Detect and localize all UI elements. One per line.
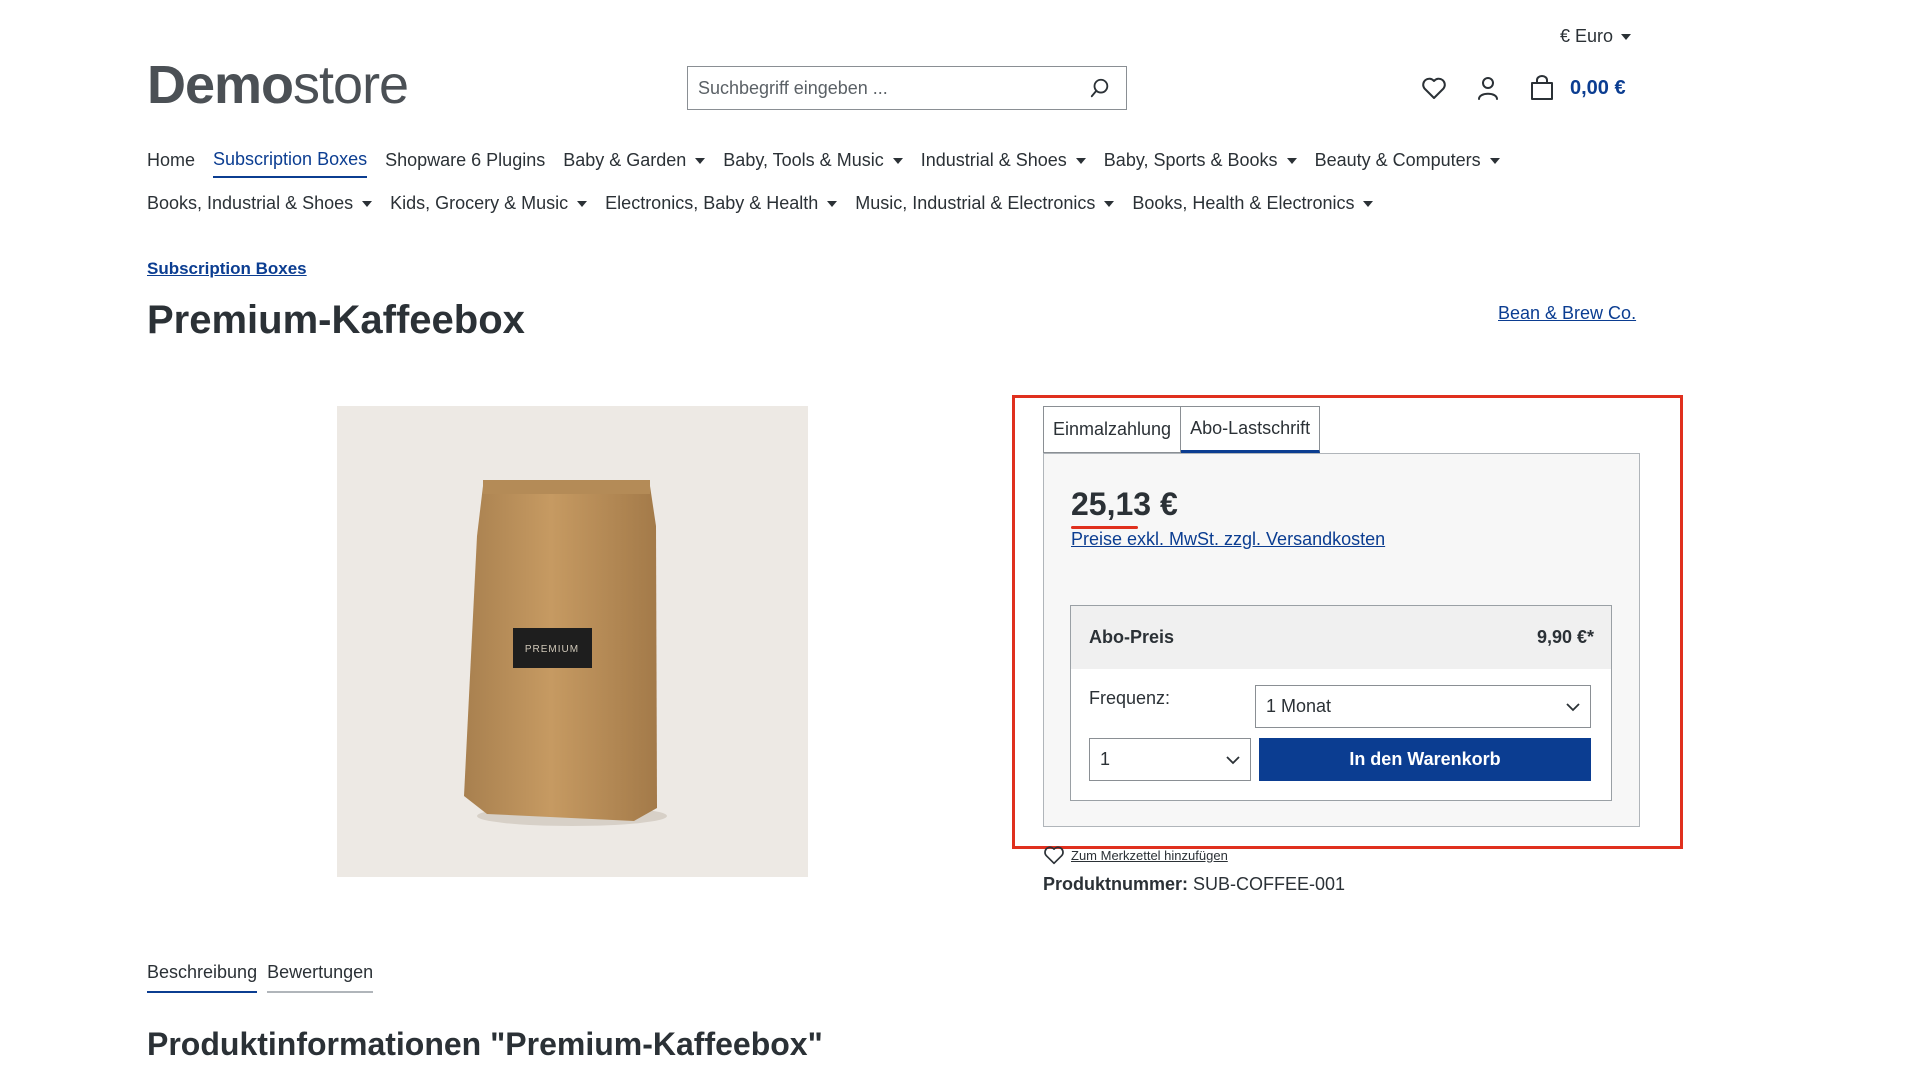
tab-subscription-debit[interactable]: Abo-Lastschrift (1181, 406, 1321, 453)
subscription-price-value: 9,90 €* (1536, 627, 1594, 647)
chevron-down-icon (827, 200, 838, 207)
frequency-label: Frequenz: (1089, 688, 1171, 708)
currency-label: € Euro (1560, 26, 1614, 46)
chevron-down-icon (1566, 702, 1580, 711)
chevron-down-icon (1286, 157, 1297, 164)
product-bag-label: PREMIUM (525, 644, 579, 655)
chevron-down-icon (577, 200, 588, 207)
nav-item-home[interactable]: Home (147, 149, 195, 178)
nav-item-label: Home (147, 150, 196, 170)
chevron-down-icon (892, 157, 903, 164)
nav-item-baby-sports-books[interactable]: Baby, Sports & Books (1104, 149, 1297, 178)
nav-item-label: Baby & Garden (563, 150, 687, 170)
nav-item-music-industrial-electronics[interactable]: Music, Industrial & Electronics (855, 193, 1115, 220)
manufacturer-link[interactable]: Bean & Brew Co. (1498, 303, 1636, 324)
tax-shipping-link[interactable]: Preise exkl. MwSt. zzgl. Versandkosten (1071, 529, 1385, 550)
add-to-cart-button[interactable]: In den Warenkorb (1259, 738, 1591, 781)
nav-item-books-industrial-shoes[interactable]: Books, Industrial & Shoes (147, 193, 373, 220)
breadcrumb[interactable]: Subscription Boxes (147, 259, 307, 279)
payment-tabs: Einmalzahlung Abo-Lastschrift (1043, 406, 1321, 453)
frequency-select[interactable]: 1 Monat (1255, 685, 1591, 728)
product-image[interactable]: PREMIUM (337, 406, 808, 877)
quantity-value: 1 (1100, 749, 1111, 769)
add-to-wishlist-link[interactable]: Zum Merkzettel hinzufügen (1043, 845, 1228, 865)
detail-tabs: Beschreibung Bewertungen (147, 962, 374, 993)
tab-reviews[interactable]: Bewertungen (267, 962, 374, 993)
currency-selector[interactable]: € Euro (1560, 26, 1632, 47)
subscription-price-label: Abo-Preis (1089, 627, 1175, 647)
nav-item-baby-tools-music[interactable]: Baby, Tools & Music (723, 149, 903, 178)
nav-item-label: Electronics, Baby & Health (605, 193, 819, 213)
chevron-down-icon (1621, 33, 1632, 40)
search-input[interactable] (698, 77, 1084, 99)
search-icon[interactable] (1084, 72, 1116, 104)
nav-item-industrial-shoes[interactable]: Industrial & Shoes (921, 149, 1086, 178)
nav-item-label: Subscription Boxes (213, 149, 368, 169)
cart-total[interactable]: 0,00 € (1570, 77, 1626, 100)
search-bar (687, 66, 1127, 110)
product-number-label: Produktnummer: (1043, 874, 1189, 894)
nav-item-label: Kids, Grocery & Music (390, 193, 569, 213)
chevron-down-icon (695, 157, 706, 164)
chevron-down-icon (1104, 200, 1115, 207)
frequency-value: 1 Monat (1266, 696, 1332, 716)
nav-item-label: Music, Industrial & Electronics (855, 193, 1096, 213)
chevron-down-icon (1226, 755, 1240, 764)
chevron-down-icon (1489, 157, 1500, 164)
logo-light: store (293, 55, 409, 115)
main-nav-row-2: Books, Industrial & Shoes Kids, Grocery &… (147, 193, 1374, 220)
chevron-down-icon (1363, 200, 1374, 207)
product-price: 25,13 € (1071, 486, 1178, 522)
tab-one-time-payment[interactable]: Einmalzahlung (1043, 406, 1182, 453)
nav-item-label: Beauty & Computers (1314, 150, 1481, 170)
product-info-heading: Produktinformationen "Premium-Kaffeebox" (147, 1026, 823, 1062)
nav-item-label: Industrial & Shoes (920, 150, 1067, 170)
nav-item-label: Books, Industrial & Shoes (147, 193, 354, 213)
logo-bold: Demo (147, 55, 294, 115)
logo[interactable]: Demostore (147, 55, 409, 115)
wishlist-heart-icon[interactable] (1418, 72, 1450, 104)
page-title: Premium-Kaffeebox (147, 298, 525, 342)
nav-item-label: Baby, Sports & Books (1103, 150, 1278, 170)
product-number-value: SUB-COFFEE-001 (1193, 874, 1346, 894)
nav-item-electronics-baby-health[interactable]: Electronics, Baby & Health (605, 193, 838, 220)
chevron-down-icon (362, 200, 373, 207)
header-actions: 0,00 € (1418, 72, 1626, 104)
main-nav-row-1: Home Subscription Boxes Shopware 6 Plugins… (147, 149, 1500, 178)
nav-item-label: Baby, Tools & Music (723, 150, 884, 170)
quantity-select[interactable]: 1 (1089, 738, 1251, 781)
tab-description[interactable]: Beschreibung (147, 962, 258, 993)
nav-item-subscription-boxes[interactable]: Subscription Boxes (213, 149, 368, 178)
nav-item-baby-garden[interactable]: Baby & Garden (563, 149, 706, 178)
nav-item-beauty-computers[interactable]: Beauty & Computers (1315, 149, 1500, 178)
chevron-down-icon (1075, 157, 1086, 164)
product-number: Produktnummer: SUB-COFFEE-001 (1043, 874, 1345, 895)
wishlist-text: Zum Merkzettel hinzufügen (1071, 847, 1228, 863)
nav-item-kids-grocery-music[interactable]: Kids, Grocery & Music (390, 193, 588, 220)
cart-bag-icon[interactable] (1526, 72, 1558, 104)
heart-icon (1044, 846, 1064, 865)
nav-item-books-health-electronics[interactable]: Books, Health & Electronics (1132, 193, 1374, 220)
nav-item-label: Books, Health & Electronics (1132, 193, 1355, 213)
nav-item-label: Shopware 6 Plugins (385, 150, 546, 170)
account-user-icon[interactable] (1472, 72, 1504, 104)
nav-item-shopware-6-plugins[interactable]: Shopware 6 Plugins (385, 149, 545, 178)
